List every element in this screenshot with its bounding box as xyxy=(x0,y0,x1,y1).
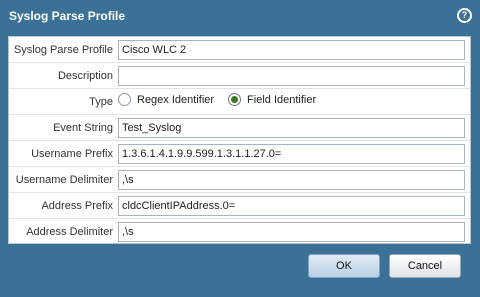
username-prefix-input[interactable]: 1.3.6.1.4.1.9.9.599.1.3.1.1.27.0= xyxy=(118,144,465,164)
username-delimiter-input[interactable]: ,\s xyxy=(118,170,465,190)
question-mark-icon: ? xyxy=(459,10,470,21)
dialog-title: Syslog Parse Profile xyxy=(9,9,126,23)
row-type: Type Regex Identifier Field Identifier xyxy=(9,89,470,115)
radio-selected-dot xyxy=(231,96,239,103)
profile-form: Syslog Parse Profile Cisco WLC 2 Descrip… xyxy=(8,36,471,244)
event-string-label: Event String xyxy=(53,122,113,134)
field-identifier-label[interactable]: Field Identifier xyxy=(247,94,316,106)
event-string-input[interactable]: Test_Syslog xyxy=(118,118,465,138)
type-radio-group: Regex Identifier Field Identifier xyxy=(118,93,330,106)
row-description: Description xyxy=(9,63,470,89)
address-prefix-input[interactable]: cldcClientIPAddress.0= xyxy=(118,196,465,216)
radio-regex-identifier[interactable] xyxy=(118,93,131,106)
description-input[interactable] xyxy=(118,66,465,86)
description-label: Description xyxy=(57,70,113,82)
ok-button[interactable]: OK xyxy=(308,254,380,278)
address-prefix-label: Address Prefix xyxy=(41,200,113,212)
syslog-parse-profile-dialog: Syslog Parse Profile ? Syslog Parse Prof… xyxy=(0,0,480,297)
row-username-prefix: Username Prefix 1.3.6.1.4.1.9.9.599.1.3.… xyxy=(9,141,470,167)
dialog-titlebar: Syslog Parse Profile ? xyxy=(0,0,480,32)
cancel-button[interactable]: Cancel xyxy=(389,254,461,278)
address-delimiter-input[interactable]: ,\s xyxy=(118,222,465,242)
help-icon[interactable]: ? xyxy=(457,8,472,23)
username-delimiter-label: Username Delimiter xyxy=(15,174,113,186)
username-prefix-label: Username Prefix xyxy=(31,148,113,160)
row-address-delimiter: Address Delimiter ,\s xyxy=(9,219,470,245)
profile-name-input[interactable]: Cisco WLC 2 xyxy=(118,40,465,60)
row-event-string: Event String Test_Syslog xyxy=(9,115,470,141)
type-label: Type xyxy=(89,96,113,108)
profile-name-label: Syslog Parse Profile xyxy=(13,44,113,56)
regex-identifier-label[interactable]: Regex Identifier xyxy=(137,94,214,106)
row-username-delimiter: Username Delimiter ,\s xyxy=(9,167,470,193)
address-delimiter-label: Address Delimiter xyxy=(26,226,113,238)
radio-field-identifier[interactable] xyxy=(228,93,242,106)
row-profile-name: Syslog Parse Profile Cisco WLC 2 xyxy=(9,37,470,63)
row-address-prefix: Address Prefix cldcClientIPAddress.0= xyxy=(9,193,470,219)
